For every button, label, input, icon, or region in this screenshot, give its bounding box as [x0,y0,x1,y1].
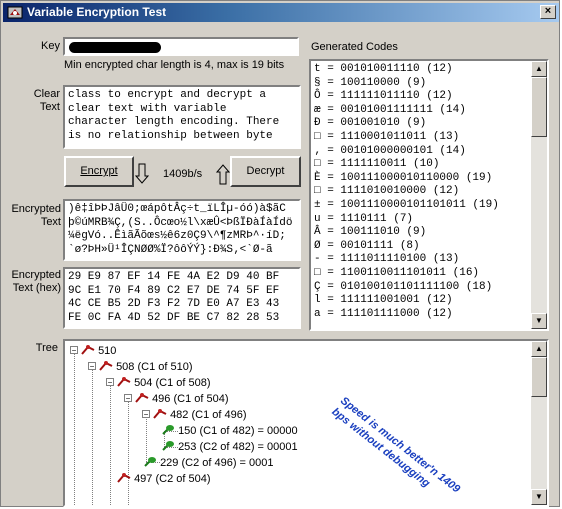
app-icon [7,6,23,19]
key-label: Key [41,40,60,52]
hex-line: 9C E1 70 F4 89 C2 E7 DE 74 5F EF [68,284,280,297]
hex-line: 29 E9 87 EF 14 FE 4A E2 D9 40 BF [68,271,280,283]
code-row: a = 111101111000 (12) [314,307,453,320]
up-arrow-icon [216,164,230,185]
tree-connector [128,401,129,505]
code-row: Â = 100111010 (9) [314,226,427,239]
clear-text-line: clear text with variable [68,102,227,115]
code-row: È = 100111000010110000 (19) [314,171,493,184]
code-row: - = 1111011110100 (13) [314,253,460,266]
encrypted-text-area[interactable]: )ê‡îÞÞJâÜ0;œápôtÂç÷t_ïLÎµ-óó)à$ãC þ©úMRB¾… [63,199,301,261]
branch-node-icon [99,361,113,373]
key-info-text: Min encrypted char length is 4, max is 1… [64,59,285,71]
encrypted-text-line: )ê‡îÞÞJâÜ0;œápôtÂç÷t_ïLÎµ-óó)à$ãC [68,203,286,215]
code-row: □ = 1111010010000 (12) [314,185,460,198]
branch-node-icon [117,377,131,389]
tree-node[interactable]: 508 (C1 of 510) [99,360,193,374]
tree-label: Tree [35,342,58,354]
leaf-node-icon [143,457,157,469]
branch-node-icon [117,473,131,485]
tree-connector [110,385,111,505]
decrypt-button[interactable]: Decrypt [230,156,301,187]
code-row: ± = 1001110000101101011 (19) [314,198,499,211]
code-row: ‚ = 00101000000101 (14) [314,144,466,157]
encrypted-text-line: þ©úMRB¾Ç,(S..Ôcœo½l\xæÛ<ÞßÏÐàÍàÍdö [68,216,293,229]
code-row: u = 1110111 (7) [314,212,414,225]
tree-node[interactable]: 504 (C1 of 508) [117,376,211,390]
leaf-node-icon [161,425,175,437]
code-row: □ = 1100110011101011 (16) [314,266,480,279]
window-title: Variable Encryption Test [27,5,167,19]
encrypted-hex-area[interactable]: 29 E9 87 EF 14 FE 4A E2 D9 40 BF 9C E1 70… [63,267,301,329]
scroll-thumb[interactable] [531,357,547,397]
tree-node-leaf[interactable]: 253 (C2 of 482) = 00001 [161,440,298,454]
branch-node-icon [153,409,167,421]
code-row: Ç = 010100101101111100 (18) [314,280,493,293]
key-input[interactable] [63,37,299,56]
code-row: □ = 1110001011011 (13) [314,130,460,143]
hex-line: 4C CE B5 2D F3 F2 7D E0 A7 E3 43 [68,298,280,310]
scroll-up-icon[interactable]: ▲ [531,61,547,77]
branch-node-icon [81,345,95,357]
tree-view[interactable]: − − − − − 510 508 (C1 of 510) 504 (C1 of… [63,339,549,507]
main-window: Variable Encryption Test × Key Min encry… [0,0,560,507]
tree-collapse-toggle[interactable]: − [142,410,150,419]
tree-scrollbar[interactable]: ▲ ▼ [531,341,547,505]
tree-node-leaf[interactable]: 229 (C2 of 496) = 0001 [143,456,274,470]
code-row: t = 001010011110 (12) [314,63,453,75]
tree-node-leaf[interactable]: 150 (C1 of 482) = 00000 [161,424,298,438]
tree-collapse-toggle[interactable]: − [88,362,96,371]
tree-collapse-toggle[interactable]: − [124,394,132,403]
codes-scrollbar[interactable]: ▲ ▼ [531,61,547,329]
tree-node[interactable]: 510 [81,344,116,358]
generated-codes-list[interactable]: t = 001010011110 (12) § = 100110000 (9) Ô … [309,59,549,331]
encrypted-text-line: ¼ëgVó..ÊìãÃõœs½ê6z0Ç9\^¶zMRÞ^·íD; [68,230,286,242]
tree-connector [92,369,93,505]
tree-node[interactable]: 496 (C1 of 504) [135,392,229,406]
key-redaction [69,42,161,53]
encrypted-hex-label: Encrypted Text (hex) [11,269,61,294]
code-row: æ = 00101001111111 (14) [314,103,466,116]
encrypt-button[interactable]: Encrypt [64,156,134,187]
clear-text-area[interactable]: class to encrypt and decrypt a clear text… [63,85,301,149]
tree-node[interactable]: 482 (C1 of 496) [153,408,247,422]
down-arrow-icon [135,163,149,184]
code-row: § = 100110000 (9) [314,76,427,89]
code-row: Ô = 111111011110 (12) [314,90,453,103]
generated-codes-label: Generated Codes [311,41,398,53]
clear-text-line: is no relationship between byte [68,129,273,142]
rate-text: 1409b/s [163,168,203,180]
hex-line: FE 0C FA 4D 52 DF BE C7 82 28 53 [68,311,280,324]
tree-collapse-toggle[interactable]: − [106,378,114,387]
clear-text-label: Clear Text [33,88,60,113]
code-row: Ø = 00101111 (8) [314,239,420,252]
scroll-down-icon[interactable]: ▼ [531,489,547,505]
tree-node[interactable]: 497 (C2 of 504) [117,472,211,486]
code-row: Ð = 001001010 (9) [314,117,427,130]
clear-text-line: character length encoding. There [68,116,280,128]
tree-connector [74,353,75,505]
scroll-thumb[interactable] [531,77,547,137]
tree-collapse-toggle[interactable]: − [70,346,78,355]
title-bar: Variable Encryption Test × [3,3,559,22]
encrypted-text-line: `ø?ÞH»Ü¹ÎÇNØØ%Ï?ôôÝÝ}:Ð¾S‚<`Ø-ã [68,243,273,256]
clear-text-line: class to encrypt and decrypt a [68,89,267,101]
scroll-down-icon[interactable]: ▼ [531,313,547,329]
encrypted-text-label: Encrypted Text [11,203,61,228]
code-row: l = 111111001001 (12) [314,294,453,307]
code-row: □ = 1111110011 (10) [314,158,440,171]
close-button[interactable]: × [540,5,556,19]
leaf-node-icon [161,441,175,453]
branch-node-icon [135,393,149,405]
scroll-up-icon[interactable]: ▲ [531,341,547,357]
